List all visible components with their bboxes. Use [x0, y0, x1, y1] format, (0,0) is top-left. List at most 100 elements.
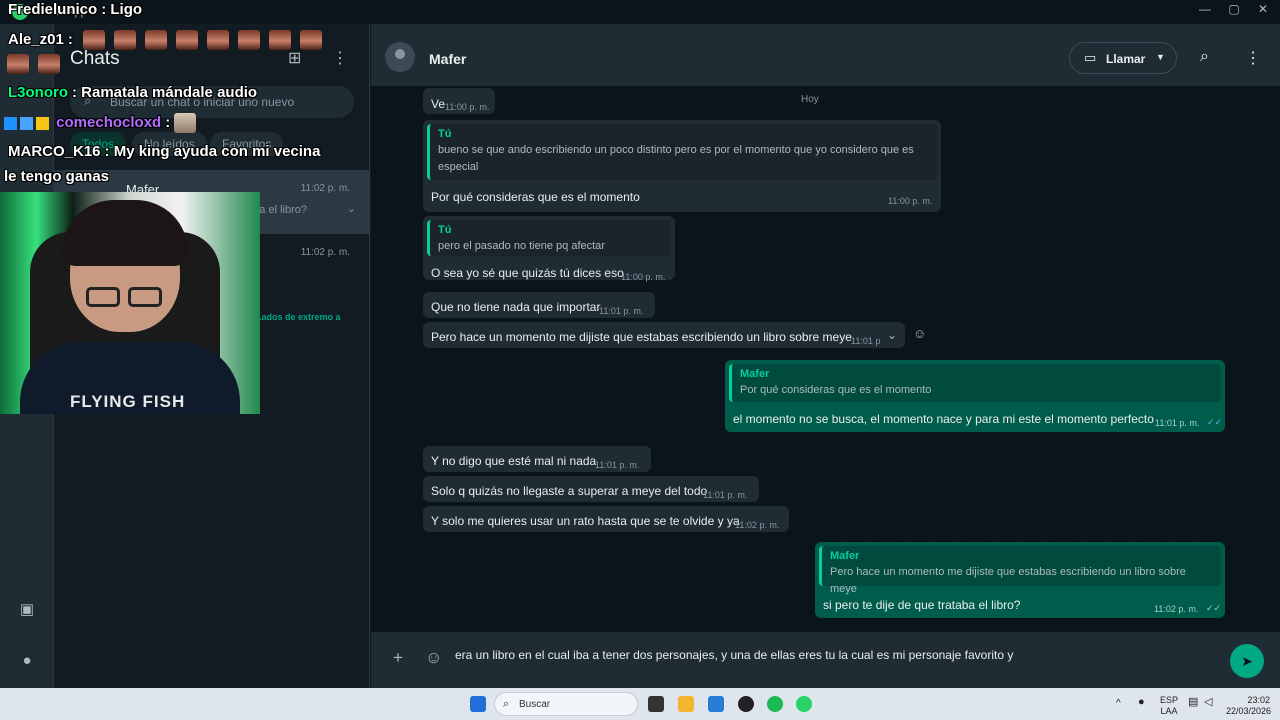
message-time: 11:01 p. m. — [1155, 418, 1200, 428]
emote-icon — [207, 30, 230, 50]
crown-badge-icon — [36, 116, 49, 130]
kebab-menu-icon[interactable]: ⋮ — [1245, 48, 1261, 68]
call-button[interactable]: ▭ Llamar ▼ — [1069, 42, 1177, 74]
message-incoming-reply[interactable]: Tú pero el pasado no tiene pq afectar O … — [423, 216, 675, 282]
tray-chevron-icon[interactable]: ^ — [1116, 699, 1121, 709]
overlay-emote-row — [7, 54, 69, 74]
quote-author: Mafer — [830, 550, 860, 562]
day-divider: Hoy — [801, 94, 819, 105]
profile-icon[interactable]: ● — [14, 648, 40, 674]
new-chat-icon[interactable]: ⊞ — [288, 48, 301, 68]
overlay-message: le tengo ganas — [4, 168, 110, 185]
spotify-icon[interactable] — [767, 696, 783, 712]
message-time: 11:01 p. m. — [851, 336, 881, 346]
send-button[interactable]: ➤ — [1230, 644, 1264, 678]
taskbar-search[interactable]: ⌕ Buscar — [494, 692, 638, 716]
webcam-overlay: FLYING FISH — [0, 192, 260, 414]
message-incoming[interactable]: Ve 11:00 p. m. — [423, 88, 495, 114]
chevron-down-icon[interactable]: ⌄ — [347, 202, 356, 215]
message-input[interactable]: era un libro en el cual iba a tener dos … — [455, 648, 1175, 662]
message-time: 11:02 p. m. — [1154, 604, 1199, 614]
sticker-icon[interactable]: ☺ — [425, 648, 442, 668]
badge-icon — [4, 116, 17, 130]
overlay-message: My king ayuda con mi vecina — [113, 143, 321, 160]
chevron-down-icon[interactable]: ⌄ — [887, 328, 897, 342]
emote-icon — [269, 30, 292, 50]
overlay-username: Ale_z01 — [8, 30, 64, 48]
language-indicator[interactable]: ESP LAA — [1160, 696, 1178, 716]
double-check-icon: ✓✓ — [1206, 603, 1222, 613]
message-text: Por qué consideras que es el momento — [431, 190, 640, 204]
store-icon[interactable] — [708, 696, 724, 712]
quoted-message[interactable]: Tú bueno se que ando escribiendo un poco… — [427, 124, 937, 180]
task-view-icon[interactable] — [648, 696, 664, 712]
message-incoming[interactable]: Pero hace un momento me dijiste que esta… — [423, 322, 905, 348]
emote-icon — [238, 30, 261, 50]
shirt-print: FLYING FISH — [70, 392, 186, 411]
quote-text: Pero hace un momento me dijiste que esta… — [830, 566, 1186, 595]
chat-item-encryption-note: ...ados de extremo a — [254, 312, 341, 322]
message-incoming-reply[interactable]: Tú bueno se que ando escribiendo un poco… — [423, 120, 941, 212]
message-incoming[interactable]: Que no tiene nada que importar 11:01 p. … — [423, 292, 655, 318]
message-time: 11:01 p. m. — [595, 460, 640, 470]
message-text: Y solo me quieres usar un rato hasta que… — [431, 514, 740, 528]
message-outgoing-reply[interactable]: Mafer Por qué consideras que es el momen… — [725, 360, 1225, 432]
quoted-message[interactable]: Mafer Pero hace un momento me dijiste qu… — [819, 546, 1221, 595]
file-explorer-icon[interactable] — [678, 696, 694, 712]
clock-time: 23:02 — [1247, 695, 1270, 705]
search-icon: ⌕ — [503, 698, 510, 710]
message-outgoing-reply[interactable]: Mafer Pero hace un momento me dijiste qu… — [815, 542, 1225, 618]
windows-start-icon[interactable] — [470, 696, 486, 712]
microphone-icon[interactable]: ● — [1138, 697, 1145, 708]
chats-title: Chats — [70, 48, 120, 69]
emote-icon — [174, 113, 197, 133]
quoted-message[interactable]: Tú pero el pasado no tiene pq afectar — [427, 220, 671, 256]
chevron-down-icon: ▼ — [1156, 52, 1165, 62]
clock[interactable]: 23:02 22/03/2026 — [1226, 695, 1272, 716]
minimize-button[interactable]: — — [1190, 2, 1220, 20]
overlay-chat-line: le tengo ganas — [4, 168, 109, 185]
message-time: 11:00 p. m. — [888, 196, 933, 206]
keyboard-layout: LAA — [1160, 706, 1178, 716]
search-icon[interactable]: ⌕ — [1200, 48, 1209, 66]
obs-icon[interactable] — [738, 696, 754, 712]
overlay-chat-line: Fredielunico: Ligo — [8, 1, 143, 18]
message-time: 11:00 p. m. — [621, 272, 666, 282]
chat-item-time: 11:02 p. m. — [300, 183, 350, 194]
quoted-message[interactable]: Mafer Por qué consideras que es el momen… — [729, 364, 1221, 402]
emote-icon — [38, 54, 60, 74]
overlay-chat-line: MARCO_K16: My king ayuda con mi vecina — [8, 143, 321, 160]
quote-author: Tú — [438, 224, 452, 236]
message-text: si pero te dije de que trataba el libro? — [823, 598, 1021, 612]
message-incoming[interactable]: Y solo me quieres usar un rato hasta que… — [423, 506, 789, 532]
quote-text: Por qué consideras que es el momento — [740, 384, 932, 396]
emoji-react-icon[interactable]: ☺ — [913, 326, 926, 341]
volume-icon[interactable]: ◁ — [1204, 697, 1212, 708]
avatar[interactable] — [385, 42, 415, 72]
network-icon[interactable]: ▤ — [1188, 697, 1198, 708]
message-incoming[interactable]: Solo q quizás no llegaste a superar a me… — [423, 476, 759, 502]
media-icon[interactable]: ▣ — [14, 597, 40, 623]
chat-item-time: 11:02 p. m. — [300, 247, 350, 258]
overlay-chat-line: comechocloxd: — [4, 113, 205, 133]
conversation-header: Mafer ▭ Llamar ▼ ⌕ ⋮ — [371, 24, 1280, 86]
streamer-hair — [62, 200, 188, 266]
overlay-chat-line: Ale_z01: — [8, 30, 331, 50]
message-list[interactable]: Hoy Ve 11:00 p. m. Tú bueno se que ando … — [371, 86, 1280, 632]
overlay-username: L3onoro — [8, 84, 68, 101]
attach-plus-icon[interactable]: + — [393, 648, 403, 668]
message-incoming[interactable]: Y no digo que esté mal ni nada 11:01 p. … — [423, 446, 651, 472]
clock-date: 22/03/2026 — [1226, 706, 1272, 716]
contact-name[interactable]: Mafer — [429, 51, 466, 67]
maximize-button[interactable]: ▢ — [1219, 2, 1249, 20]
message-text: el momento no se busca, el momento nace … — [733, 412, 1154, 426]
quote-text: pero el pasado no tiene pq afectar — [438, 240, 605, 252]
whatsapp-taskbar-icon[interactable] — [796, 696, 812, 712]
kebab-menu-icon[interactable]: ⋮ — [332, 48, 348, 68]
close-button[interactable]: ✕ — [1248, 2, 1278, 20]
badge-icon — [20, 116, 33, 130]
quote-author: Mafer — [740, 368, 770, 380]
whatsapp-window: WhatsApp — ▢ ✕ ▣ ● Chats ⊞ ⋮ ⌕ Buscar un… — [0, 0, 1280, 688]
message-composer: + ☺ era un libro en el cual iba a tener … — [371, 632, 1280, 688]
message-text: Y no digo que esté mal ni nada — [431, 454, 597, 468]
